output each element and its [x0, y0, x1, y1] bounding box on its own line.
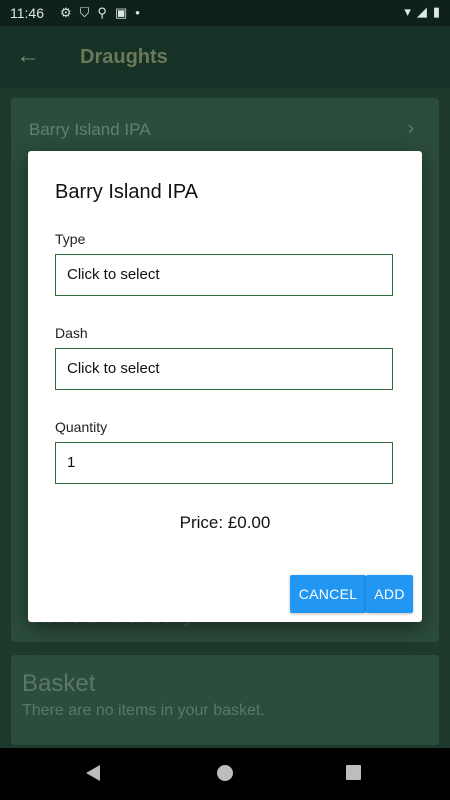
- basket-empty-text: There are no items in your basket.: [22, 702, 265, 719]
- add-button[interactable]: ADD: [366, 575, 413, 613]
- dialog-title: Barry Island IPA: [55, 181, 199, 203]
- page-title: Draughts: [80, 46, 168, 68]
- image-icon: ▣: [114, 5, 128, 20]
- quantity-label: Quantity: [55, 419, 108, 435]
- arrow-left-icon[interactable]: ←: [16, 42, 44, 70]
- basket-card: [11, 655, 439, 745]
- cancel-button[interactable]: CANCEL: [290, 575, 366, 613]
- app-bar: ← Draughts: [0, 26, 450, 88]
- nav-recents-icon[interactable]: [346, 765, 361, 780]
- dash-label: Dash: [55, 325, 88, 341]
- gear-icon: ⚙: [60, 5, 72, 20]
- status-time: 11:46: [10, 5, 44, 21]
- nav-home-icon[interactable]: [217, 765, 233, 781]
- battery-icon: ▮: [432, 4, 440, 19]
- status-bar: 11:46 ⚙ ⛉ ⚲ ▣ • ▾ ◢ ▮: [0, 0, 450, 26]
- dash-select[interactable]: Click to select: [55, 348, 393, 390]
- list-item[interactable]: Barry Island IPA: [29, 120, 151, 140]
- signal-icon: ◢: [416, 4, 427, 19]
- chevron-right-icon: ›: [408, 118, 414, 138]
- price-text: Price: £0.00: [179, 513, 271, 532]
- nav-back-icon[interactable]: [86, 765, 100, 781]
- add-item-dialog: Barry Island IPA Type Click to select Da…: [28, 151, 422, 622]
- wifi-icon: ▾: [404, 4, 411, 19]
- basket-title: Basket: [22, 670, 96, 697]
- dot-icon: •: [135, 5, 140, 20]
- type-label: Type: [55, 231, 86, 247]
- quantity-input[interactable]: 1: [55, 442, 393, 484]
- type-select[interactable]: Click to select: [55, 254, 393, 296]
- shield-icon: ⛉: [79, 5, 90, 20]
- location-icon: ⚲: [97, 5, 107, 20]
